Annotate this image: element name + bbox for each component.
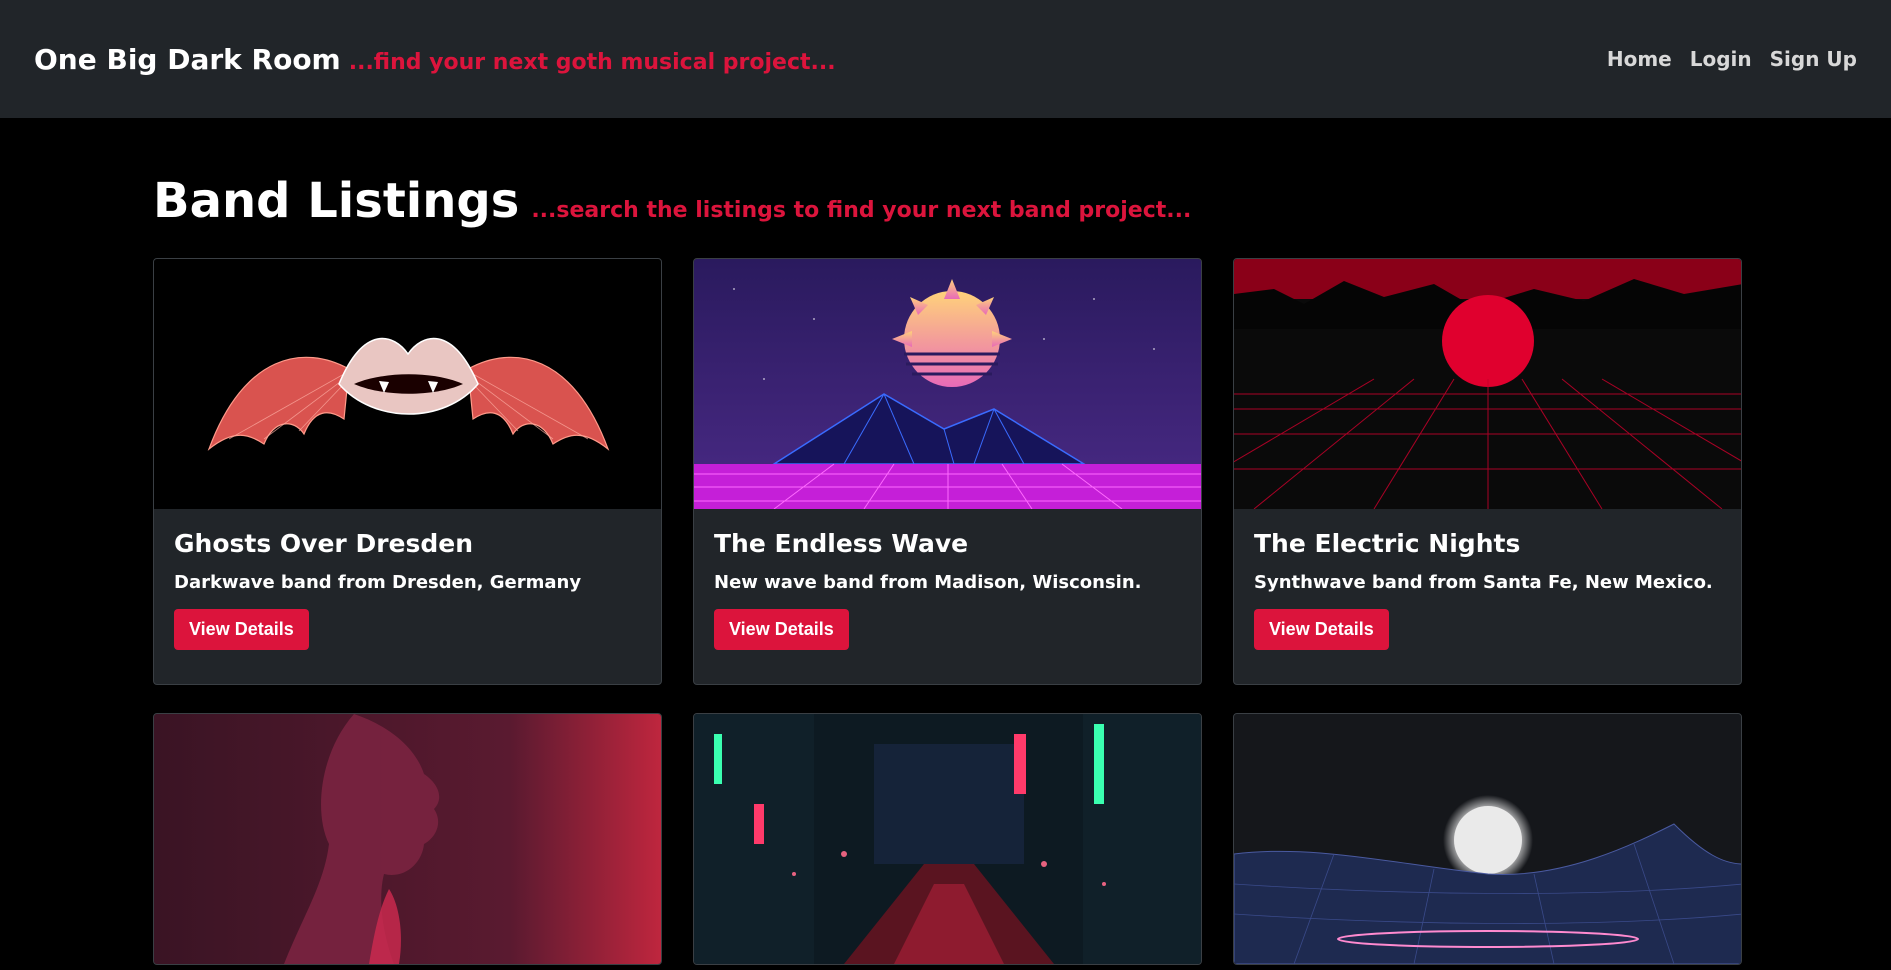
view-details-button[interactable]: View Details: [714, 609, 849, 650]
band-card: [153, 713, 662, 965]
brand-tagline: ...find your next goth musical project..…: [348, 49, 836, 75]
card-body: The Endless Wave New wave band from Madi…: [694, 509, 1201, 684]
main-content: Band Listings ...search the listings to …: [153, 118, 1743, 965]
navbar: One Big Dark Room ...find your next goth…: [0, 0, 1891, 118]
card-title: The Electric Nights: [1254, 529, 1521, 558]
band-image-red-sun-grid: [1234, 259, 1741, 509]
page-title: Band Listings: [153, 173, 520, 229]
page-subtitle: ...search the listings to find your next…: [531, 198, 1192, 223]
card-description: Synthwave band from Santa Fe, New Mexico…: [1254, 572, 1713, 593]
nav-login-link[interactable]: Login: [1690, 47, 1752, 71]
band-card: The Electric Nights Synthwave band from …: [1233, 258, 1742, 685]
band-image-bat-lips: [154, 259, 661, 509]
band-card: Ghosts Over Dresden Darkwave band from D…: [153, 258, 662, 685]
band-card: The Endless Wave New wave band from Madi…: [693, 258, 1202, 685]
page-heading: Band Listings ...search the listings to …: [153, 173, 1743, 238]
card-description: Darkwave band from Dresden, Germany: [174, 572, 582, 593]
nav-signup-link[interactable]: Sign Up: [1770, 47, 1857, 71]
card-description: New wave band from Madison, Wisconsin.: [714, 572, 1142, 593]
band-image-neon-city: [694, 714, 1201, 964]
card-title: Ghosts Over Dresden: [174, 529, 474, 558]
band-card: [1233, 713, 1742, 965]
brand: One Big Dark Room ...find your next goth…: [34, 43, 836, 76]
nav-home-link[interactable]: Home: [1607, 47, 1672, 71]
card-body: The Electric Nights Synthwave band from …: [1234, 509, 1741, 684]
card-title: The Endless Wave: [714, 529, 969, 558]
band-image-woman-profile: [154, 714, 661, 964]
band-image-moon-landscape: [1234, 714, 1741, 964]
band-image-synthwave-sun: [694, 259, 1201, 509]
band-card: [693, 713, 1202, 965]
view-details-button[interactable]: View Details: [174, 609, 309, 650]
nav-links: Home Login Sign Up: [1607, 47, 1857, 71]
view-details-button[interactable]: View Details: [1254, 609, 1389, 650]
brand-title[interactable]: One Big Dark Room: [34, 43, 341, 76]
card-body: Ghosts Over Dresden Darkwave band from D…: [154, 509, 661, 684]
